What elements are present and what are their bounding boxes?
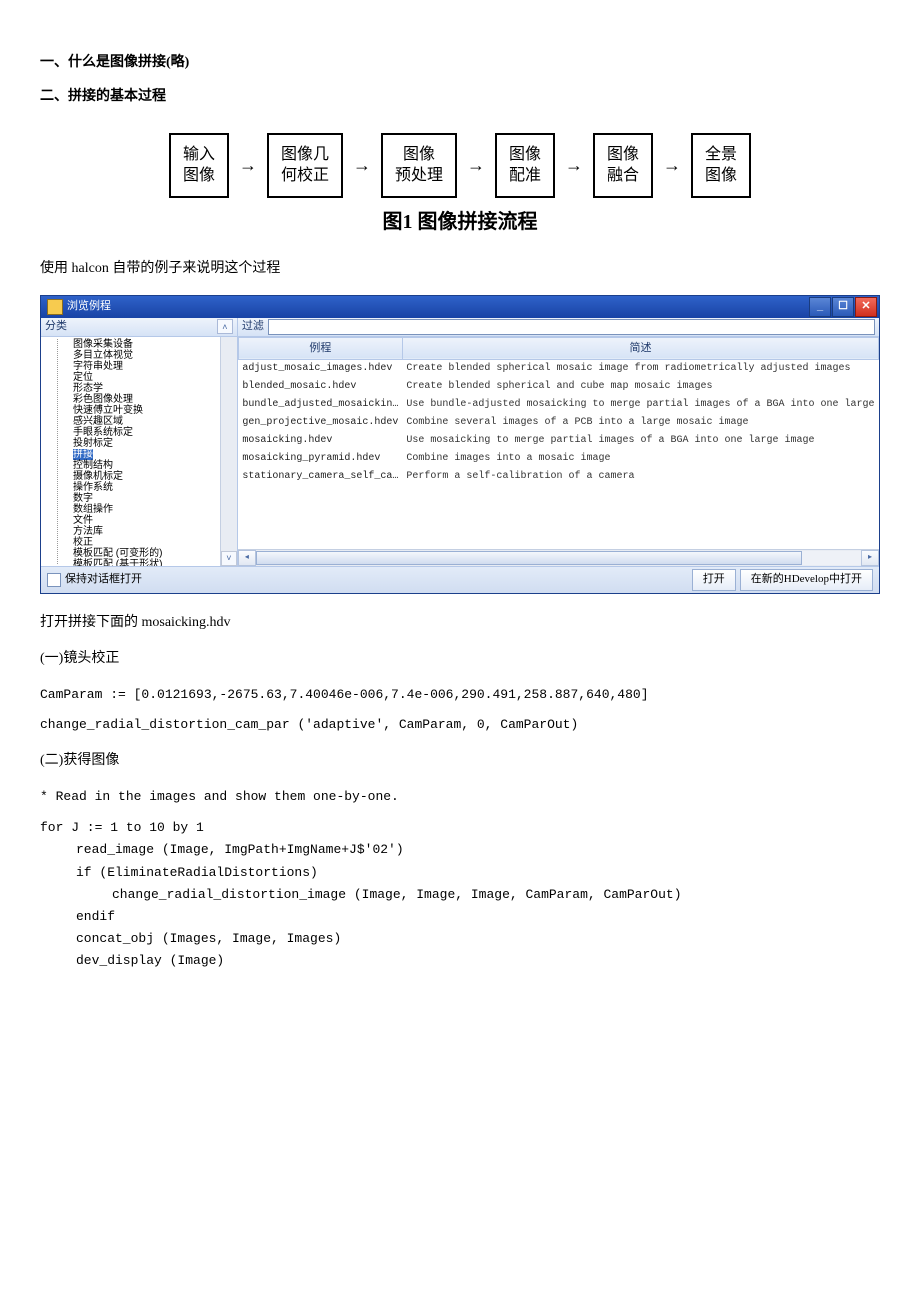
heading-2: 二、拼接的基本过程	[40, 86, 880, 108]
dialog-window: 浏览例程 _ ☐ ✕ 分类 ˄ 图像采集设备多目立体视觉字符串处理定位形态学彩色…	[40, 295, 880, 594]
code-change-img: change_radial_distortion_image (Image, I…	[40, 884, 880, 906]
tree-item[interactable]: 模板匹配 (基于形状)	[69, 559, 237, 566]
tree-item[interactable]: 彩色图像处理	[69, 394, 237, 405]
tree-item[interactable]: 快速傅立叶变换	[69, 405, 237, 416]
table-row[interactable]: blended_mosaic.hdevCreate blended spheri…	[238, 378, 878, 396]
examples-pane: 过滤 例程 简述 adjust_mosaic_images.hdevCreate…	[238, 318, 879, 566]
tree-item[interactable]: 定位	[69, 372, 237, 383]
code-camparam: CamParam := [0.0121693,-2675.63,7.40046e…	[40, 685, 880, 706]
figure-caption: 图1 图像拼接流程	[40, 206, 880, 238]
flow-step-5: 图像融合	[593, 133, 653, 199]
code-endif: endif	[40, 906, 880, 928]
arrow-icon: →	[467, 151, 485, 180]
tree-item[interactable]: 感兴趣区域	[69, 416, 237, 427]
intro-text: 使用 halcon 自带的例子来说明这个过程	[40, 258, 880, 280]
arrow-icon: →	[239, 151, 257, 180]
section-2-title: (二)获得图像	[40, 750, 880, 772]
scroll-left-icon[interactable]: ◂	[238, 550, 256, 566]
code-concat: concat_obj (Images, Image, Images)	[40, 928, 880, 950]
code-dev-display: dev_display (Image)	[40, 950, 880, 972]
tree-item[interactable]: 拼接	[69, 449, 237, 460]
flow-step-4: 图像配准	[495, 133, 555, 199]
category-tree[interactable]: 图像采集设备多目立体视觉字符串处理定位形态学彩色图像处理快速傅立叶变换感兴趣区域…	[41, 337, 237, 566]
tree-item[interactable]: 摄像机标定	[69, 471, 237, 482]
keep-open-checkbox[interactable]	[47, 573, 61, 587]
code-read-image: read_image (Image, ImgPath+ImgName+J$'02…	[40, 839, 880, 861]
flow-step-3: 图像预处理	[381, 133, 457, 199]
filter-label: 过滤	[242, 318, 264, 336]
col-example[interactable]: 例程	[238, 337, 402, 360]
heading-1: 一、什么是图像拼接(略)	[40, 52, 880, 74]
window-icon	[47, 299, 63, 315]
horizontal-scrollbar[interactable]: ◂ ▸	[238, 549, 879, 566]
tree-item[interactable]: 数字	[69, 493, 237, 504]
flowchart: 输入图像 → 图像几何校正 → 图像预处理 → 图像配准 → 图像融合 → 全景…	[40, 133, 880, 199]
tree-item[interactable]: 形态学	[69, 383, 237, 394]
flow-step-1: 输入图像	[169, 133, 229, 199]
col-description[interactable]: 简述	[402, 337, 878, 360]
titlebar[interactable]: 浏览例程 _ ☐ ✕	[41, 296, 879, 318]
arrow-icon: →	[565, 151, 583, 180]
window-title: 浏览例程	[67, 298, 111, 316]
section-1-title: (一)镜头校正	[40, 648, 880, 670]
tree-item[interactable]: 方法库	[69, 526, 237, 537]
minimize-button[interactable]: _	[809, 297, 831, 317]
tree-item[interactable]: 模板匹配 (可变形的)	[69, 548, 237, 559]
scrollbar-thumb[interactable]	[256, 551, 803, 565]
category-header: 分类	[45, 318, 67, 336]
table-row[interactable]: adjust_mosaic_images.hdevCreate blended …	[238, 360, 878, 379]
tree-item[interactable]: 控制结构	[69, 460, 237, 471]
code-change-cam: change_radial_distortion_cam_par ('adapt…	[40, 715, 880, 736]
tree-item[interactable]: 图像采集设备	[69, 339, 237, 350]
open-instruction: 打开拼接下面的 mosaicking.hdv	[40, 612, 880, 634]
close-button[interactable]: ✕	[855, 297, 877, 317]
arrow-icon: →	[353, 151, 371, 180]
table-row[interactable]: gen_projective_mosaic.hdevCombine severa…	[238, 414, 878, 432]
arrow-icon: →	[663, 151, 681, 180]
open-button[interactable]: 打开	[692, 569, 736, 591]
scroll-down-icon[interactable]: ˅	[221, 551, 237, 566]
table-row[interactable]: mosaicking_pyramid.hdevCombine images in…	[238, 450, 878, 468]
code-if: if (EliminateRadialDistortions)	[40, 862, 880, 884]
filter-input[interactable]	[268, 319, 875, 335]
flow-step-2: 图像几何校正	[267, 133, 343, 199]
maximize-button[interactable]: ☐	[832, 297, 854, 317]
dialog-footer: 保持对话框打开 打开 在新的HDevelop中打开	[41, 566, 879, 593]
tree-item[interactable]: 操作系统	[69, 482, 237, 493]
table-row[interactable]: mosaicking.hdevUse mosaicking to merge p…	[238, 432, 878, 450]
tree-item[interactable]: 文件	[69, 515, 237, 526]
scroll-right-icon[interactable]: ▸	[861, 550, 879, 566]
tree-item[interactable]: 多目立体视觉	[69, 350, 237, 361]
code-comment: * Read in the images and show them one-b…	[40, 787, 880, 808]
chevron-up-icon[interactable]: ˄	[217, 319, 233, 334]
code-for: for J := 1 to 10 by 1	[40, 817, 880, 839]
flow-step-6: 全景图像	[691, 133, 751, 199]
keep-open-label: 保持对话框打开	[65, 571, 142, 589]
table-row[interactable]: bundle_adjusted_mosaickin…Use bundle-adj…	[238, 396, 878, 414]
examples-table[interactable]: 例程 简述 adjust_mosaic_images.hdevCreate bl…	[238, 337, 879, 487]
tree-item[interactable]: 字符串处理	[69, 361, 237, 372]
tree-item[interactable]: 校正	[69, 537, 237, 548]
table-row[interactable]: stationary_camera_self_ca…Perform a self…	[238, 468, 878, 486]
category-pane: 分类 ˄ 图像采集设备多目立体视觉字符串处理定位形态学彩色图像处理快速傅立叶变换…	[41, 318, 238, 566]
tree-item[interactable]: 投射标定	[69, 438, 237, 449]
tree-item[interactable]: 数组操作	[69, 504, 237, 515]
tree-item[interactable]: 手眼系统标定	[69, 427, 237, 438]
open-new-button[interactable]: 在新的HDevelop中打开	[740, 569, 873, 591]
